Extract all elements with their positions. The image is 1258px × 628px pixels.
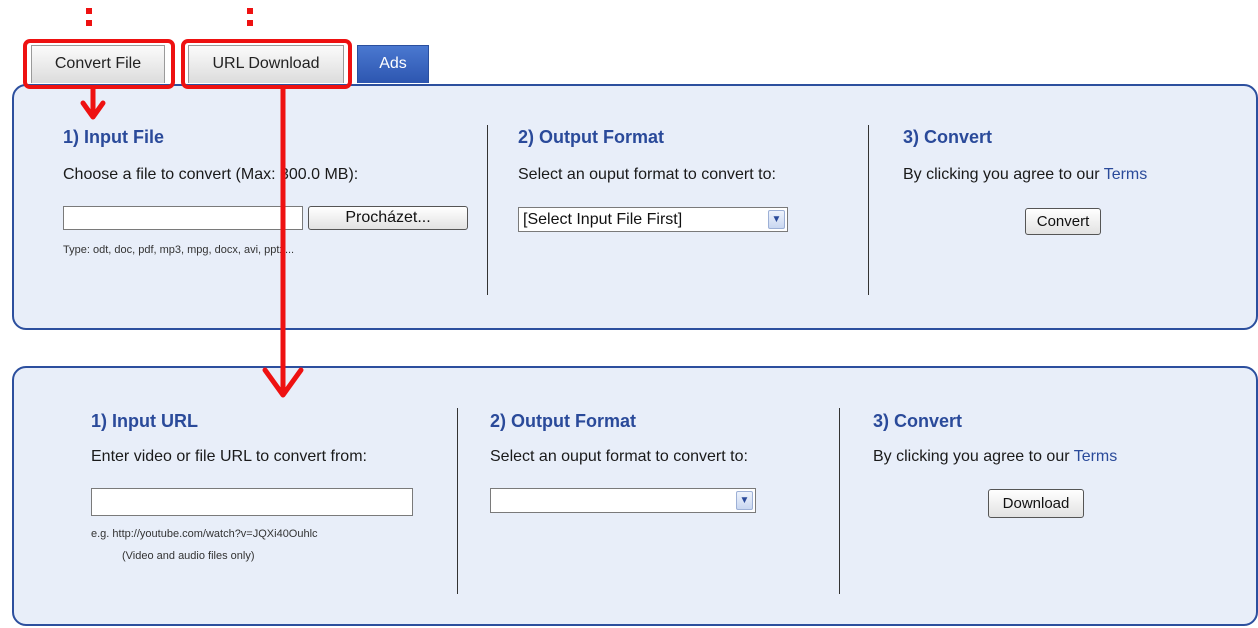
output-format-heading: 2) Output Format xyxy=(518,127,664,147)
tab-ads[interactable]: Ads xyxy=(357,45,429,83)
column-divider xyxy=(868,125,869,295)
output-format-heading: 2) Output Format xyxy=(490,411,636,431)
output-format-select[interactable]: ▼ xyxy=(490,488,756,513)
url-download-panel: 1) Input URL Enter video or file URL to … xyxy=(12,366,1258,626)
input-file-description: Choose a file to convert (Max: 300.0 MB)… xyxy=(63,166,359,183)
input-url-description: Enter video or file URL to convert from: xyxy=(91,448,367,465)
convert-heading: 3) Convert xyxy=(873,411,963,431)
output-format-description: Select an ouput format to convert to: xyxy=(490,448,748,465)
output-format-description: Select an ouput format to convert to: xyxy=(518,166,776,183)
browse-button[interactable]: Procházet... xyxy=(308,206,468,230)
url-example-hint: e.g. http://youtube.com/watch?v=JQXi40Ou… xyxy=(91,528,318,540)
input-url-heading: 1) Input URL xyxy=(91,411,198,431)
terms-notice: By clicking you agree to our Terms xyxy=(903,166,1147,184)
url-input[interactable] xyxy=(91,488,413,516)
convert-heading: 3) Convert xyxy=(903,127,993,147)
column-divider xyxy=(457,408,458,594)
convert-file-panel: 1) Input File Choose a file to convert (… xyxy=(12,84,1258,330)
input-file-heading: 1) Input File xyxy=(63,127,164,147)
download-button[interactable]: Download xyxy=(988,489,1084,518)
annotation-dots xyxy=(247,8,253,32)
terms-link[interactable]: Terms xyxy=(1074,448,1118,465)
terms-link[interactable]: Terms xyxy=(1104,166,1148,183)
terms-notice-text: By clicking you agree to our xyxy=(873,448,1070,465)
chevron-down-icon[interactable]: ▼ xyxy=(768,210,785,229)
file-types-hint: Type: odt, doc, pdf, mp3, mpg, docx, avi… xyxy=(63,244,295,256)
annotation-highlight-url-download xyxy=(181,39,352,89)
chevron-down-icon[interactable]: ▼ xyxy=(736,491,753,510)
convert-button[interactable]: Convert xyxy=(1025,208,1101,235)
column-divider xyxy=(487,125,488,295)
terms-notice: By clicking you agree to our Terms xyxy=(873,448,1117,466)
url-note-hint: (Video and audio files only) xyxy=(122,550,255,562)
annotation-dots xyxy=(86,8,92,32)
terms-notice-text: By clicking you agree to our xyxy=(903,166,1100,183)
annotation-highlight-convert-file xyxy=(23,39,175,89)
output-format-select[interactable]: [Select Input File First] ▼ xyxy=(518,207,788,232)
column-divider xyxy=(839,408,840,594)
file-path-input[interactable] xyxy=(63,206,303,230)
output-format-value: [Select Input File First] xyxy=(523,211,683,228)
